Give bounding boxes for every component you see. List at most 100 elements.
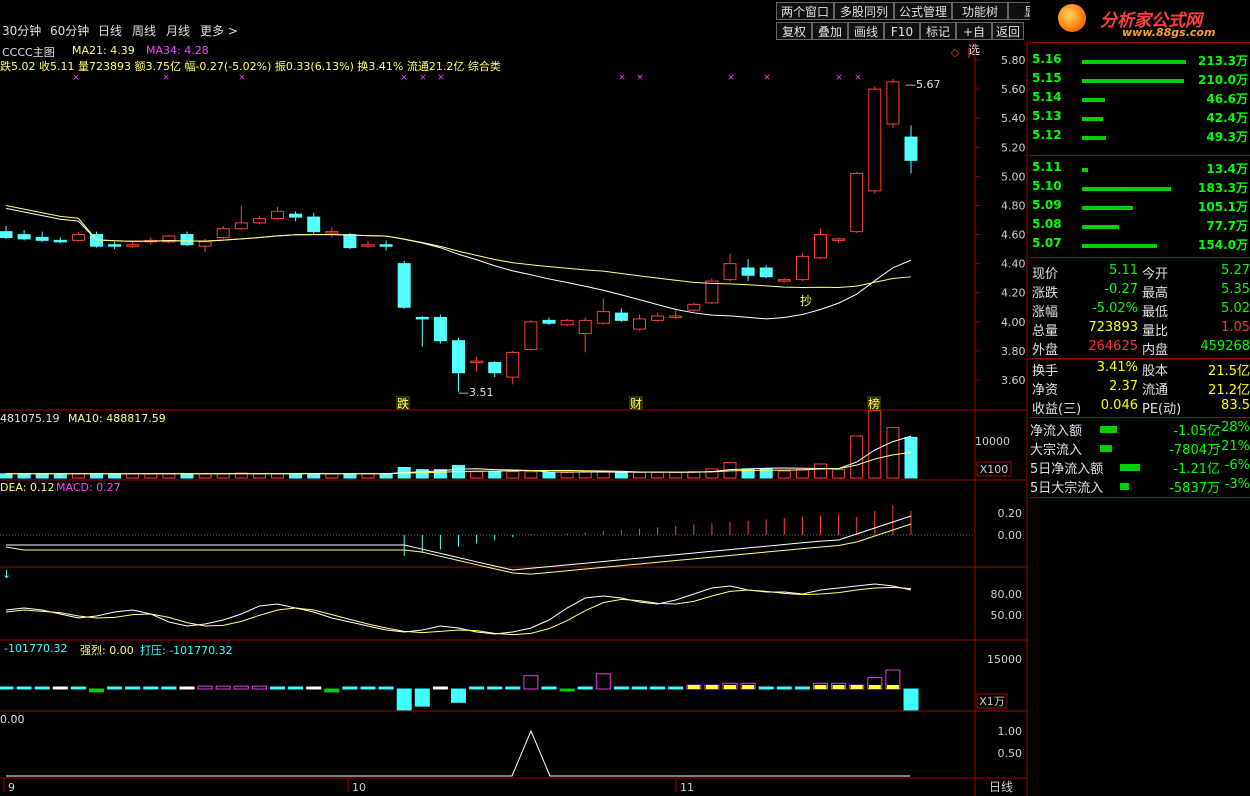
candle-down [0, 231, 13, 238]
window-button-0[interactable]: 两个窗口 [776, 2, 834, 20]
period-tab-5[interactable]: 更多 > [200, 22, 238, 40]
ask-row[interactable]: 5.14 46.6万 [1030, 90, 1250, 109]
volume-bar-down [108, 473, 122, 479]
volume-bar-up [325, 473, 339, 479]
candle-down [35, 236, 49, 241]
window-button-1[interactable]: 多股同列 [834, 2, 894, 20]
bid-price: 5.09 [1032, 198, 1062, 212]
candle-up [198, 241, 212, 247]
candle-down [488, 362, 502, 374]
volume-bar-down [488, 471, 502, 479]
ask-price: 5.13 [1032, 109, 1062, 123]
candle-up [578, 319, 592, 334]
quote-label: 涨跌 [1032, 286, 1059, 301]
force-bar-up [432, 686, 448, 690]
candle-down [433, 316, 447, 342]
ask-row[interactable]: 5.15 210.0万 [1030, 71, 1250, 90]
bid-volume-bar [1082, 168, 1088, 172]
candle-down [180, 234, 194, 246]
bid-row[interactable]: 5.10 183.3万 [1030, 179, 1250, 198]
volume-bar-down [614, 471, 628, 479]
quote-value: 264625 [1088, 339, 1138, 354]
orderbook-divider [1030, 155, 1250, 156]
bid-price: 5.08 [1032, 217, 1062, 231]
ask-row[interactable]: 5.13 42.4万 [1030, 109, 1250, 128]
bid-price: 5.11 [1032, 160, 1062, 174]
bid-row[interactable]: 5.09 105.1万 [1030, 198, 1250, 217]
chart-button-1[interactable]: 叠加 [812, 22, 848, 40]
force-bar-yellow [742, 685, 755, 689]
volume-bar-up [560, 471, 574, 479]
force-bar-up [251, 685, 267, 690]
period-tab-4[interactable]: 月线 [166, 22, 190, 40]
quote-value: 3.41% [1096, 360, 1138, 375]
volume-bar-up [252, 473, 266, 479]
bid-row[interactable]: 5.08 77.7万 [1030, 217, 1250, 236]
bid-volume: 77.7万 [1206, 219, 1248, 233]
quote-value-2: 21.2亿 [1208, 383, 1250, 398]
ask-volume: 42.4万 [1206, 111, 1248, 125]
quote-label: 收益(三) [1032, 402, 1082, 417]
candle-up [560, 319, 574, 326]
bid-row[interactable]: 5.11 13.4万 [1030, 160, 1250, 179]
candle-up [325, 231, 339, 234]
window-button-3[interactable]: 功能树 [952, 2, 1008, 20]
ask-row[interactable]: 5.12 49.3万 [1030, 128, 1250, 147]
flow-bar [1100, 445, 1112, 452]
ask-row[interactable]: 5.16 213.3万 [1030, 52, 1250, 71]
candle-down [379, 244, 393, 247]
period-tab-0[interactable]: 30分钟 [2, 22, 41, 40]
quote-value: 723893 [1088, 320, 1138, 335]
volume-bar-up [144, 473, 158, 479]
force-bar-up [632, 686, 647, 690]
quote-panel: 5.16 213.3万 5.15 210.0万 5.14 46.6万 5.13 42.4万 5.… [1030, 42, 1250, 796]
volume-bar-up [361, 473, 375, 479]
volume-bar-up [651, 471, 665, 479]
quote-value-2: 5.02 [1221, 301, 1250, 316]
kdj-k-line [5, 583, 912, 635]
chart-button-3[interactable]: F10 [884, 22, 920, 40]
period-tab-1[interactable]: 60分钟 [50, 22, 89, 40]
candle-down [397, 263, 411, 308]
volume-bar-down [415, 469, 429, 479]
chart-button-0[interactable]: 复权 [776, 22, 812, 40]
period-tab-2[interactable]: 日线 [98, 22, 122, 40]
ask-volume-bar [1082, 98, 1105, 102]
flow-label: 5日大宗流入 [1030, 481, 1104, 496]
logo-url: www.88gs.com [1122, 26, 1216, 39]
candle-up [596, 311, 610, 324]
candle-down [53, 239, 67, 243]
quote-value-2: 459268 [1200, 339, 1250, 354]
window-button-2[interactable]: 公式管理 [894, 2, 952, 20]
chart-button-4[interactable]: 标记 [920, 22, 956, 40]
force-bar-up [288, 686, 304, 690]
candle-down [289, 213, 303, 218]
chart-button-2[interactable]: 画线 [848, 22, 884, 40]
quote-value-2: 21.5亿 [1208, 364, 1250, 379]
bid-volume-bar [1082, 225, 1119, 229]
volume-bar-up [795, 469, 809, 479]
volume-bar-down [542, 471, 556, 479]
bid-volume: 183.3万 [1198, 181, 1248, 195]
volume-bar-down [307, 473, 321, 479]
period-tab-3[interactable]: 周线 [132, 22, 156, 40]
volume-bar-up [470, 471, 484, 479]
flow-label: 大宗流入 [1030, 443, 1083, 458]
price-tick-label: 3.60 [1001, 374, 1026, 387]
volume-bar-up [669, 471, 683, 479]
candle-down [452, 340, 465, 374]
force-bar-yellow [850, 685, 863, 689]
quote-value-2: 5.35 [1221, 282, 1250, 297]
force-bar-up [505, 686, 521, 690]
quote-row: 涨幅 -5.02% 最低 5.02 [1030, 301, 1250, 320]
quote-label: 涨幅 [1032, 305, 1059, 320]
chao-label: 抄 [800, 294, 812, 308]
bid-row[interactable]: 5.07 154.0万 [1030, 236, 1250, 255]
chart-button-5[interactable]: +自选 [956, 22, 992, 57]
force-bar-yellow [886, 685, 899, 689]
high-price-label: —5.67 [905, 78, 941, 91]
ask-volume: 210.0万 [1198, 73, 1248, 87]
volume-bar-up [198, 473, 212, 479]
chart-button-6[interactable]: 返回 [992, 22, 1024, 40]
candle-up [705, 280, 719, 304]
